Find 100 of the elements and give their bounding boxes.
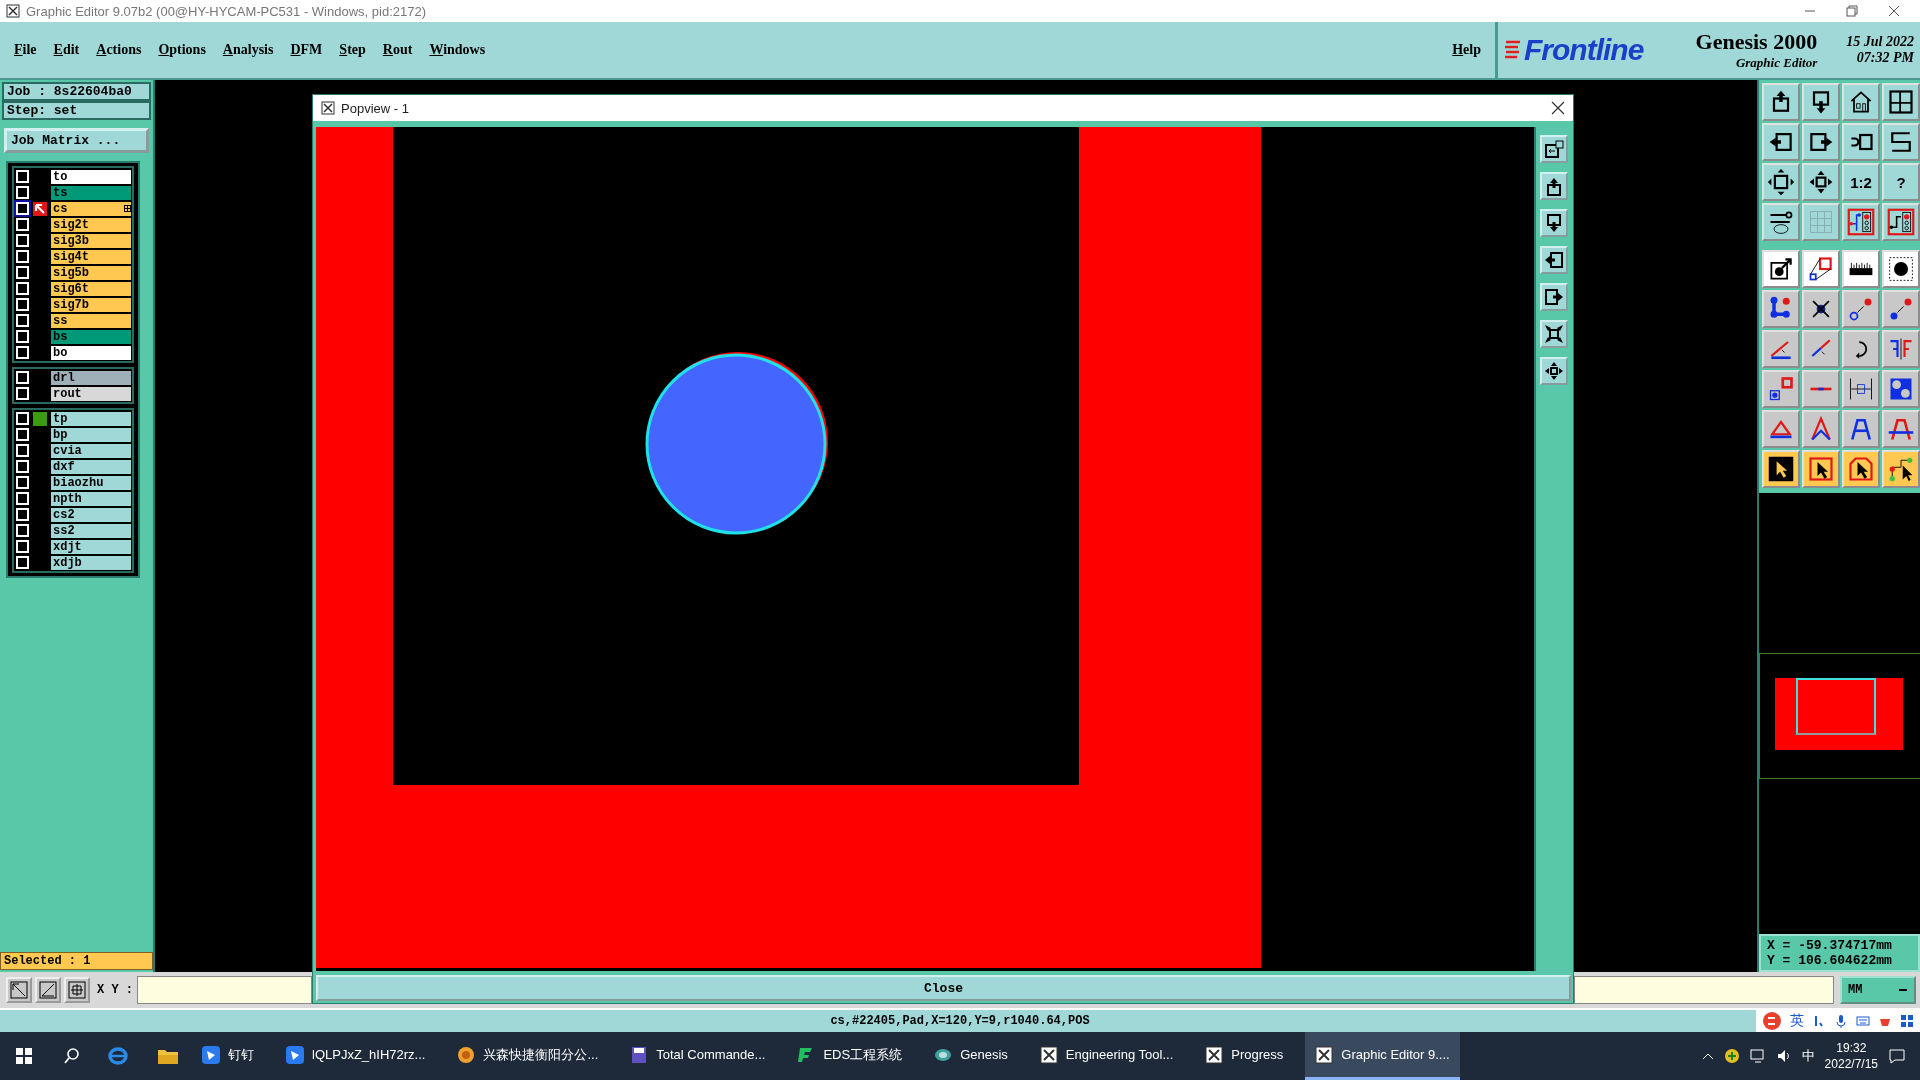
menu-item[interactable]: Windows: [429, 42, 486, 58]
zoom-arrows-icon[interactable]: [1802, 163, 1840, 201]
layer-checkbox[interactable]: [16, 314, 29, 327]
layer-checkbox[interactable]: [16, 428, 29, 441]
menu-item[interactable]: Options: [158, 42, 206, 58]
layer-name[interactable]: cs: [51, 201, 131, 216]
box-arrow-down-button[interactable]: [1539, 209, 1568, 237]
network-icon[interactable]: [1749, 1048, 1766, 1064]
layer-checkbox[interactable]: [16, 371, 29, 384]
notification-icon[interactable]: [1888, 1047, 1906, 1065]
layer-name[interactable]: sig2t: [51, 217, 131, 232]
house-icon[interactable]: [1842, 83, 1880, 121]
wrench-icon[interactable]: [1762, 203, 1800, 241]
mirror-icon[interactable]: [1882, 330, 1920, 368]
layer-checkbox[interactable]: [16, 444, 29, 457]
taskbar-button[interactable]: Engineering Tool...: [1029, 1032, 1184, 1080]
close-icon[interactable]: [1551, 101, 1565, 115]
layer-name[interactable]: sig4t: [51, 249, 131, 264]
restore-icon[interactable]: [1846, 5, 1858, 17]
ruler-icon[interactable]: [1842, 250, 1880, 288]
chevron-icon[interactable]: [1701, 1052, 1714, 1060]
taskbar-button[interactable]: Genesis: [924, 1032, 1018, 1080]
undo-box-icon[interactable]: [1842, 123, 1880, 161]
dimension-icon[interactable]: [1842, 370, 1880, 408]
menu-item[interactable]: Rout: [382, 42, 413, 58]
taskbar-button[interactable]: Graphic Editor 9....: [1305, 1032, 1460, 1080]
box-arrow-left-button[interactable]: [1539, 246, 1568, 274]
layer-name[interactable]: sig3b: [51, 233, 131, 248]
box-arrow-right-button[interactable]: [1539, 283, 1568, 311]
layer-checkbox[interactable]: [16, 202, 29, 215]
window-arrow-button[interactable]: [1539, 135, 1568, 163]
layer-checkbox[interactable]: [16, 218, 29, 231]
line-segment-icon[interactable]: [1802, 370, 1840, 408]
close-button[interactable]: Close: [316, 975, 1571, 1001]
layer-name[interactable]: ts: [51, 185, 131, 200]
taskbar-button[interactable]: Progress: [1195, 1032, 1294, 1080]
layer-name[interactable]: ss2: [51, 523, 131, 538]
arch-icon[interactable]: [1882, 410, 1920, 448]
layer-checkbox[interactable]: [16, 186, 29, 199]
pointer-icon[interactable]: [1882, 450, 1920, 488]
box-arrow-up-icon[interactable]: [1762, 83, 1800, 121]
layer-checkbox[interactable]: [16, 460, 29, 473]
start-icon[interactable]: [15, 1047, 33, 1065]
pad-icon[interactable]: [1882, 250, 1920, 288]
layer-name[interactable]: bo: [51, 345, 131, 360]
folder-icon[interactable]: [157, 1047, 179, 1065]
crosshair-box-button[interactable]: [64, 977, 90, 1003]
taskbar-button[interactable]: lQLPJxZ_hIH72rz...: [276, 1032, 436, 1080]
circuit-icon[interactable]: [1882, 203, 1920, 241]
layer-checkbox[interactable]: [16, 266, 29, 279]
pointer-icon[interactable]: [1802, 450, 1840, 488]
input-language[interactable]: 中: [1801, 1047, 1815, 1065]
menu-item[interactable]: Actions: [96, 42, 142, 58]
box-arrow-right-icon[interactable]: [1802, 123, 1840, 161]
circuit-icon[interactable]: [1842, 203, 1880, 241]
taskbar-button[interactable]: Total Commande...: [620, 1032, 776, 1080]
s-curve-icon[interactable]: [1882, 123, 1920, 161]
layer-name[interactable]: xdjt: [51, 539, 131, 554]
layer-name[interactable]: rout: [51, 386, 131, 401]
grid-icon[interactable]: [1900, 1014, 1914, 1028]
layer-name[interactable]: to: [51, 169, 131, 184]
layer-name[interactable]: npth: [51, 491, 131, 506]
pointer-icon[interactable]: [1762, 450, 1800, 488]
fit-screen-button[interactable]: [1539, 320, 1568, 348]
zoom-arrows-button[interactable]: [1539, 357, 1568, 385]
search-icon[interactable]: [63, 1047, 81, 1065]
box-arrow-down-icon[interactable]: [1802, 83, 1840, 121]
clock[interactable]: 19:32 2022/7/15: [1824, 1040, 1878, 1072]
arch-icon[interactable]: [1802, 410, 1840, 448]
layer-name[interactable]: xdjb: [51, 555, 131, 570]
layer-checkbox[interactable]: [16, 524, 29, 537]
xy-input-field[interactable]: [137, 976, 312, 1004]
taskbar-button[interactable]: 兴森快捷衡阳分公...: [447, 1032, 609, 1080]
layer-name[interactable]: bp: [51, 427, 131, 442]
menu-item[interactable]: Analysis: [222, 42, 274, 58]
menu-item[interactable]: Help: [1452, 42, 1481, 58]
menu-item[interactable]: Edit: [53, 42, 80, 58]
layer-name[interactable]: sig7b: [51, 297, 131, 312]
layer-name[interactable]: sig5b: [51, 265, 131, 280]
node-connect-icon[interactable]: [1762, 290, 1800, 328]
menu-item[interactable]: Step: [339, 42, 366, 58]
layer-checkbox[interactable]: [16, 234, 29, 247]
microphone-icon[interactable]: [1834, 1014, 1848, 1028]
layer-checkbox[interactable]: [16, 298, 29, 311]
layer-checkbox[interactable]: [16, 346, 29, 359]
move-square-icon[interactable]: [1762, 370, 1800, 408]
layer-checkbox[interactable]: [16, 170, 29, 183]
ime-language[interactable]: 英: [1790, 1012, 1804, 1030]
plus-circle-icon[interactable]: [1723, 1048, 1740, 1064]
line-angle-icon[interactable]: [1762, 330, 1800, 368]
input-field[interactable]: [1574, 976, 1834, 1004]
layer-name[interactable]: biaozhu: [51, 475, 131, 490]
layer-checkbox[interactable]: [16, 508, 29, 521]
angle-button[interactable]: [35, 977, 61, 1003]
move-pad-icon[interactable]: [1842, 290, 1880, 328]
close-icon[interactable]: [1888, 5, 1900, 17]
layer-name[interactable]: ss: [51, 313, 131, 328]
units-dropdown[interactable]: MM: [1840, 976, 1916, 1004]
layer-name[interactable]: cvia: [51, 443, 131, 458]
layer-name[interactable]: cs2: [51, 507, 131, 522]
